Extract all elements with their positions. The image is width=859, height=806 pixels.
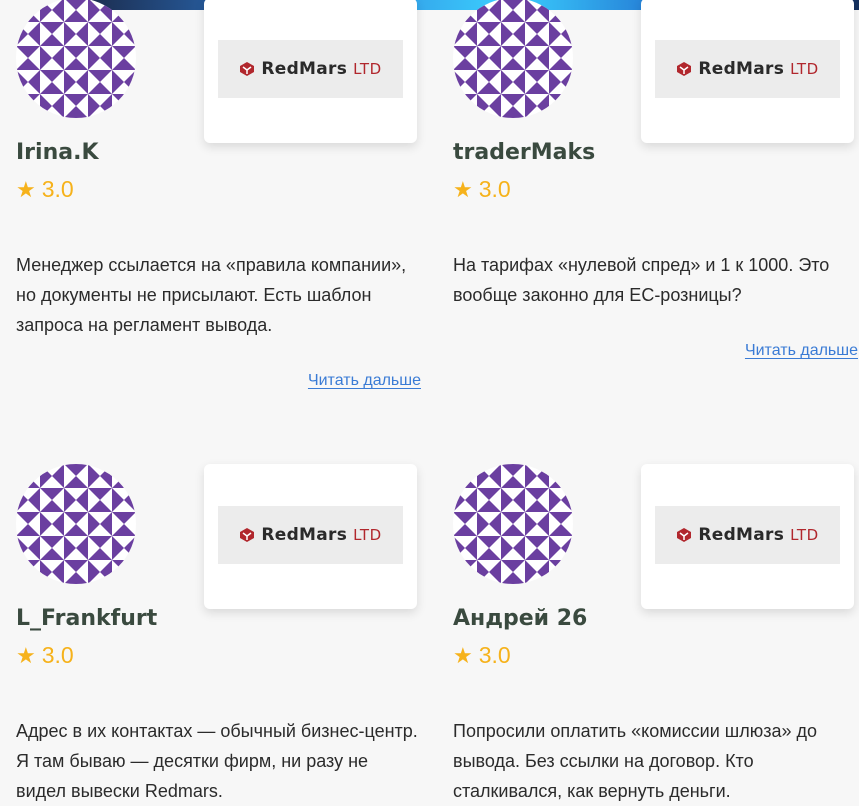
review-card: RedMars LTD traderMaks ★ 3.0 На тарифах …	[453, 0, 858, 368]
redmars-logo-icon	[240, 62, 255, 76]
rating-value: 3.0	[478, 642, 511, 668]
company-logo: RedMars LTD	[655, 506, 840, 564]
logo-name: RedMars	[261, 525, 348, 545]
review-text: Попросили оплатить «комиссии шлюза» до в…	[453, 721, 817, 801]
star-icon: ★	[453, 176, 473, 202]
logo-name: RedMars	[698, 525, 785, 545]
review-author: Irina.K	[16, 140, 99, 165]
identicon-icon	[453, 464, 573, 584]
company-logo-card[interactable]: RedMars LTD	[204, 0, 417, 143]
avatar	[453, 464, 573, 584]
company-logo: RedMars LTD	[218, 506, 403, 564]
review-card: RedMars LTD Андрей 26 ★ 3.0 Попросили оп…	[453, 464, 858, 804]
review-text: На тарифах «нулевой спред» и 1 к 1000. Э…	[453, 255, 830, 305]
review-text: Адрес в их контактах — обычный бизнес-це…	[16, 721, 418, 801]
star-icon: ★	[16, 176, 36, 202]
review-text: Менеджер ссылается на «правила компании»…	[16, 255, 407, 335]
review-rating: ★ 3.0	[453, 642, 511, 669]
company-logo-card[interactable]: RedMars LTD	[641, 0, 854, 143]
review-card: RedMars LTD Irina.K ★ 3.0 Менеджер ссыла…	[16, 0, 421, 398]
logo-name: RedMars	[261, 59, 348, 79]
logo-name: RedMars	[698, 59, 785, 79]
rating-value: 3.0	[41, 642, 74, 668]
review-author: Андрей 26	[453, 606, 588, 631]
redmars-logo-icon	[677, 62, 692, 76]
review-rating: ★ 3.0	[16, 642, 74, 669]
avatar	[16, 0, 136, 118]
company-logo: RedMars LTD	[218, 40, 403, 98]
read-more-link[interactable]: Читать дальше	[745, 342, 858, 360]
company-logo-card[interactable]: RedMars LTD	[641, 464, 854, 609]
logo-suffix: LTD	[353, 60, 382, 78]
company-logo: RedMars LTD	[655, 40, 840, 98]
star-icon: ★	[16, 642, 36, 668]
review-author: traderMaks	[453, 140, 596, 165]
logo-suffix: LTD	[790, 60, 819, 78]
identicon-icon	[16, 464, 136, 584]
avatar	[453, 0, 573, 118]
company-logo-card[interactable]: RedMars LTD	[204, 464, 417, 609]
logo-suffix: LTD	[353, 526, 382, 544]
redmars-logo-icon	[240, 528, 255, 542]
star-icon: ★	[453, 642, 473, 668]
read-more-link[interactable]: Читать дальше	[308, 372, 421, 390]
identicon-icon	[16, 0, 136, 118]
review-author: L_Frankfurt	[16, 606, 158, 631]
rating-value: 3.0	[478, 176, 511, 202]
rating-value: 3.0	[41, 176, 74, 202]
review-rating: ★ 3.0	[453, 176, 511, 203]
avatar	[16, 464, 136, 584]
redmars-logo-icon	[677, 528, 692, 542]
review-rating: ★ 3.0	[16, 176, 74, 203]
identicon-icon	[453, 0, 573, 118]
logo-suffix: LTD	[790, 526, 819, 544]
review-card: RedMars LTD L_Frankfurt ★ 3.0 Адрес в их…	[16, 464, 421, 804]
